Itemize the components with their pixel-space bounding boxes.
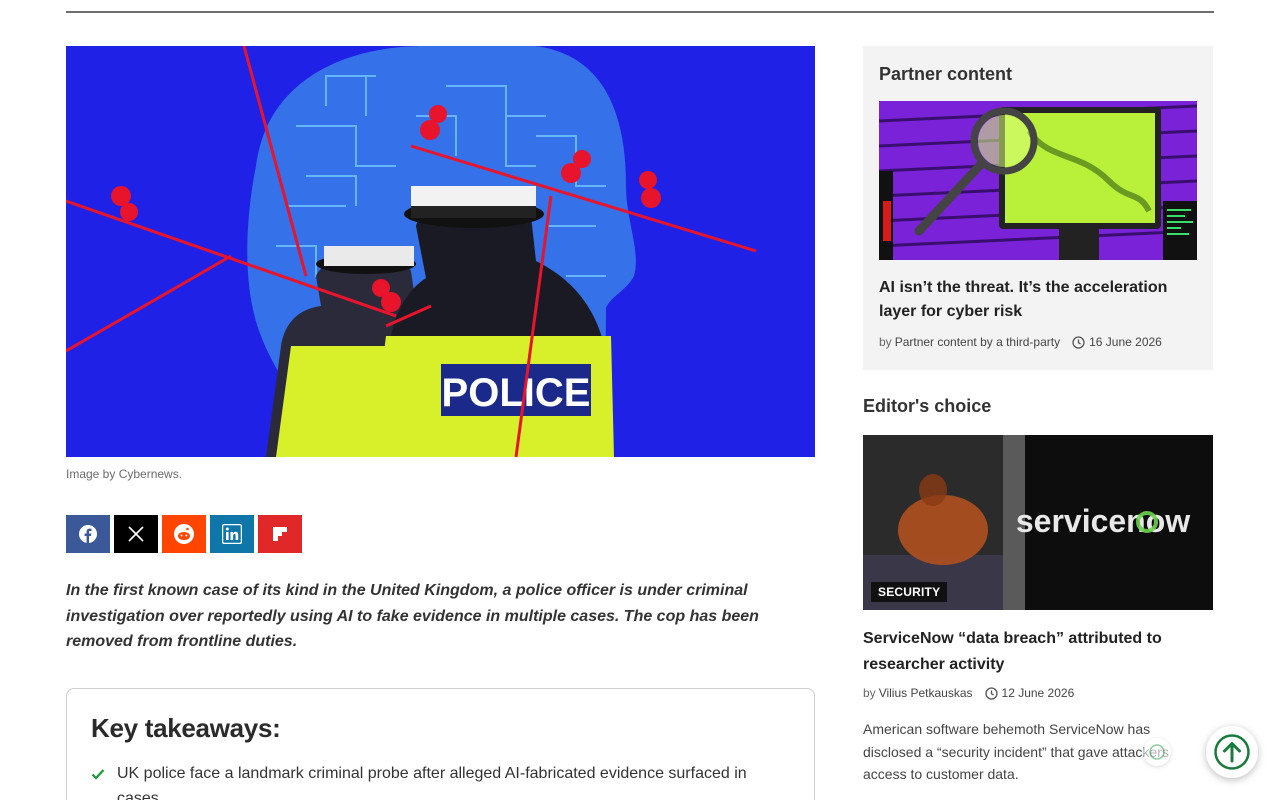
by-label: by <box>879 335 892 349</box>
share-linkedin-button[interactable] <box>210 515 254 553</box>
partner-date: 16 June 2026 <box>1089 335 1162 349</box>
editors-choice-description: American software behemoth ServiceNow ha… <box>863 721 1169 782</box>
clock-icon <box>984 686 998 700</box>
category-badge[interactable]: SECURITY <box>871 582 948 602</box>
image-caption: Image by Cybernews. <box>66 467 183 481</box>
share-flipboard-button[interactable] <box>258 515 302 553</box>
key-takeaways-heading: Key takeaways: <box>91 712 281 743</box>
flipboard-icon <box>273 527 287 541</box>
share-reddit-button[interactable] <box>162 515 206 553</box>
key-takeaways-box: Key takeaways: UK police face a landmark… <box>66 687 815 800</box>
facebook-icon <box>79 525 97 543</box>
partner-content-heading: Partner content <box>879 64 1013 84</box>
arrow-up-icon <box>1214 734 1250 770</box>
linkedin-icon <box>222 524 242 544</box>
reddit-icon <box>174 524 194 544</box>
share-x-button[interactable] <box>114 515 158 553</box>
clock-icon <box>1072 335 1085 349</box>
sidebar: Partner content AI isn’t the threat. It’… <box>863 46 1213 786</box>
editors-choice-heading: Editor's choice <box>863 396 992 416</box>
article-main: POLICE Image by Cybernews. In the first … <box>66 46 815 800</box>
partner-meta: by Partner content by a third-party 16 J… <box>879 333 1197 351</box>
takeaway-text: UK police face a landmark criminal probe… <box>117 764 747 800</box>
partner-article-title[interactable]: AI isn’t the threat. It’s the accelerati… <box>879 276 1197 324</box>
accessibility-icon <box>1149 744 1165 760</box>
partner-author[interactable]: Partner content by a third-party <box>895 335 1060 349</box>
hero-police-text: POLICE <box>442 371 591 415</box>
share-facebook-button[interactable] <box>66 515 110 553</box>
servicenow-logo-text: servicenow <box>1016 503 1190 539</box>
editors-choice-meta: by Vilius Petkauskas 12 June 2026 <box>863 684 1213 702</box>
article-lead: In the first known case of its kind in t… <box>66 582 759 650</box>
hero-image: POLICE <box>66 46 815 457</box>
check-icon <box>91 761 107 800</box>
editors-choice-date: 12 June 2026 <box>1001 686 1075 700</box>
partner-image[interactable] <box>879 101 1197 260</box>
x-icon <box>128 526 144 542</box>
scroll-to-top-button[interactable] <box>1206 726 1258 778</box>
takeaway-item: UK police face a landmark criminal probe… <box>91 761 790 800</box>
by-label: by <box>863 686 876 700</box>
editors-choice-author[interactable]: Vilius Petkauskas <box>879 686 973 700</box>
editors-choice: Editor's choice servicenow SECURITY Serv… <box>863 396 1213 786</box>
editors-choice-title[interactable]: ServiceNow “data breach” attributed to r… <box>863 626 1193 678</box>
editors-choice-image[interactable]: servicenow SECURITY <box>863 435 1213 610</box>
accessibility-button[interactable] <box>1143 738 1171 766</box>
top-divider <box>66 11 1214 13</box>
share-bar <box>66 515 815 553</box>
partner-content-card: Partner content AI isn’t the threat. It’… <box>863 46 1213 370</box>
